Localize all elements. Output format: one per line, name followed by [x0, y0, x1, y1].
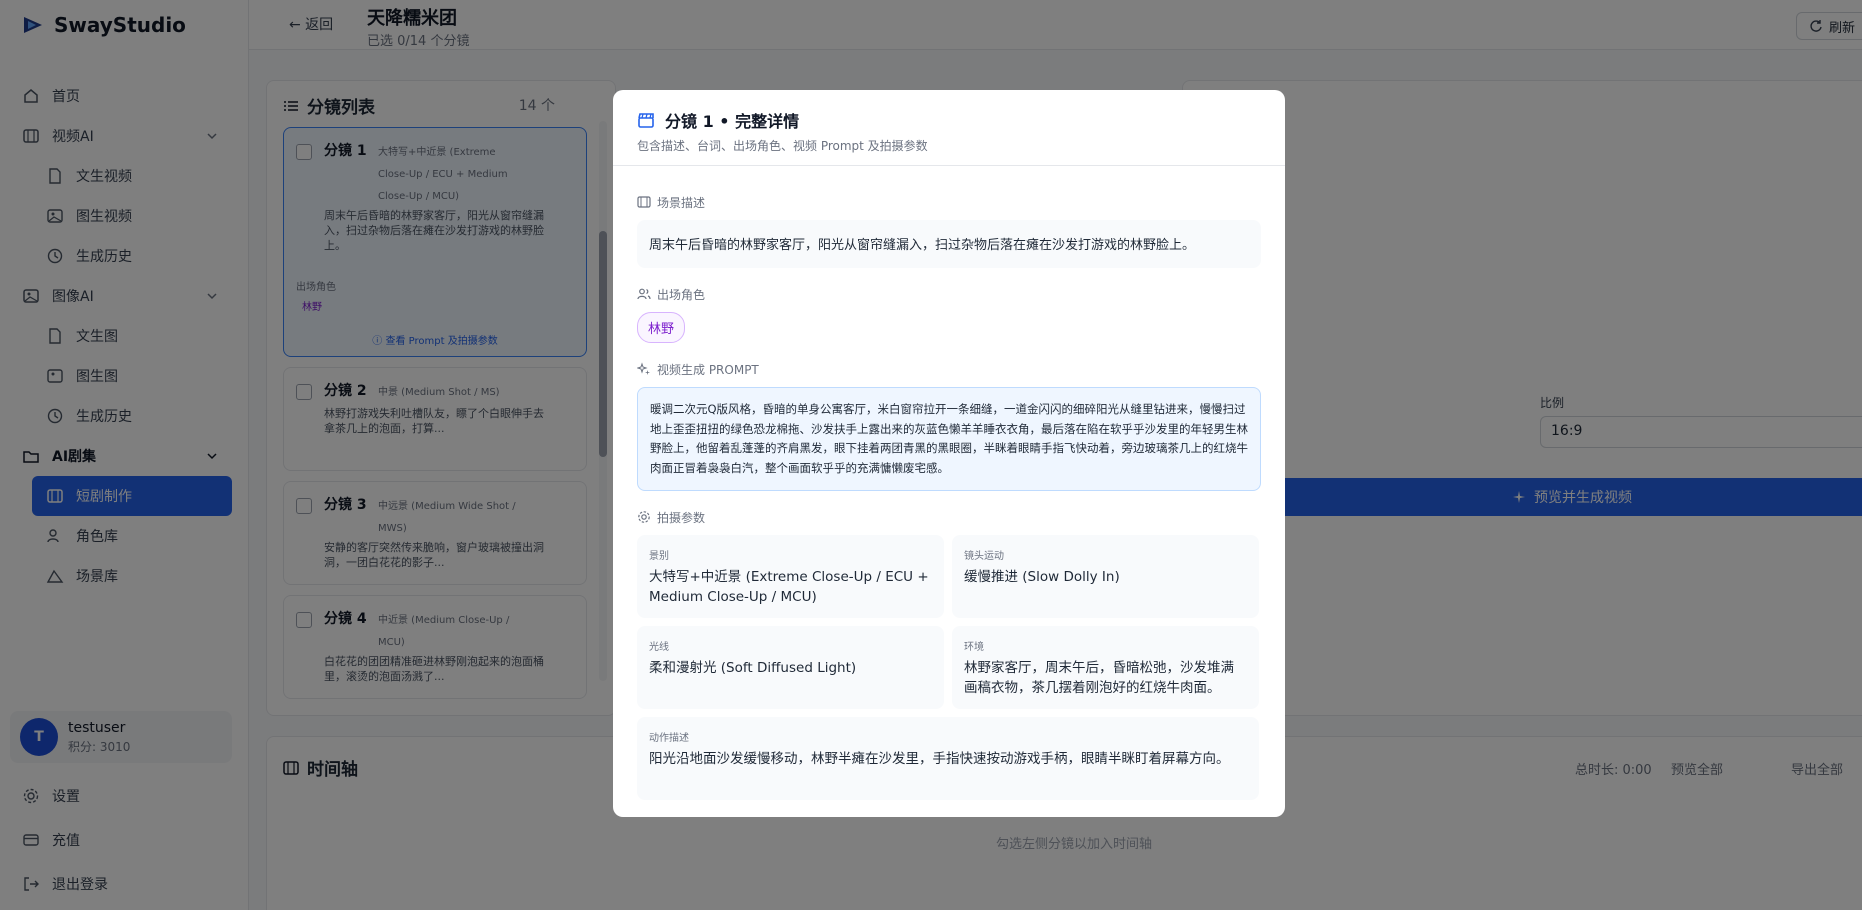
modal-header: 分镜 1 • 完整详情 包含描述、台词、出场角色、视频 Prompt 及拍摄参数 [613, 90, 1285, 166]
film-icon [637, 196, 651, 208]
modal-subtitle: 包含描述、台词、出场角色、视频 Prompt 及拍摄参数 [637, 139, 928, 153]
characters-section-label: 出场角色 [637, 286, 1261, 302]
param-camera-movement: 镜头运动 缓慢推进 (Slow Dolly In) [952, 535, 1259, 618]
param-label: 动作描述 [649, 733, 689, 744]
param-environment: 环境 林野家客厅，周末午后，昏暗松弛，沙发堆满画稿衣物，茶几摆着刚泡好的红烧牛肉… [952, 626, 1259, 709]
param-lighting: 光线 柔和漫射光 (Soft Diffused Light) [637, 626, 944, 709]
prompt-section-label: 视频生成 PROMPT [637, 361, 1261, 377]
param-action: 动作描述 阳光沿地面沙发缓慢移动，林野半瘫在沙发里，手指快速按动游戏手柄，眼睛半… [637, 717, 1259, 800]
scene-label-text: 场景描述 [657, 195, 706, 210]
params-label-text: 拍摄参数 [657, 510, 706, 525]
users-icon [637, 288, 651, 300]
characters-label-text: 出场角色 [657, 287, 706, 302]
param-value: 阳光沿地面沙发缓慢移动，林野半瘫在沙发里，手指快速按动游戏手柄，眼睛半眯盯着屏幕… [649, 751, 1230, 767]
param-label: 景别 [649, 551, 669, 562]
param-label: 镜头运动 [964, 551, 1004, 562]
param-shot-size: 景别 大特写+中近景 (Extreme Close-Up / ECU + Med… [637, 535, 944, 618]
param-label: 光线 [649, 642, 669, 653]
param-value: 柔和漫射光 (Soft Diffused Light) [649, 660, 857, 676]
scene-section-label: 场景描述 [637, 194, 1261, 210]
param-value: 缓慢推进 (Slow Dolly In) [964, 569, 1120, 585]
video-prompt-text: 暖调二次元Q版风格，昏暗的单身公寓客厅，米白窗帘拉开一条细缝，一道金闪闪的细碎阳… [637, 387, 1261, 491]
character-tag: 林野 [637, 312, 686, 343]
shot-detail-modal: 分镜 1 • 完整详情 包含描述、台词、出场角色、视频 Prompt 及拍摄参数… [613, 90, 1285, 817]
modal-title: 分镜 1 • 完整详情 [637, 108, 1261, 132]
scene-description: 周末午后昏暗的林野家客厅，阳光从窗帘缝漏入，扫过杂物后落在瘫在沙发打游戏的林野脸… [637, 220, 1261, 268]
modal-title-text: 分镜 1 • 完整详情 [665, 112, 800, 131]
modal-body: 场景描述 周末午后昏暗的林野家客厅，阳光从窗帘缝漏入，扫过杂物后落在瘫在沙发打游… [613, 166, 1285, 800]
sparkles-icon [637, 362, 650, 375]
params-section-label: 拍摄参数 [637, 509, 1261, 525]
params-grid: 景别 大特写+中近景 (Extreme Close-Up / ECU + Med… [637, 535, 1261, 800]
param-value: 林野家客厅，周末午后，昏暗松弛，沙发堆满画稿衣物，茶几摆着刚泡好的红烧牛肉面。 [964, 660, 1234, 696]
clapperboard-icon [638, 113, 654, 128]
param-label: 环境 [964, 642, 984, 653]
param-value: 大特写+中近景 (Extreme Close-Up / ECU + Medium… [649, 569, 929, 605]
prompt-label-text: 视频生成 PROMPT [657, 362, 759, 377]
gear-icon [638, 511, 650, 523]
